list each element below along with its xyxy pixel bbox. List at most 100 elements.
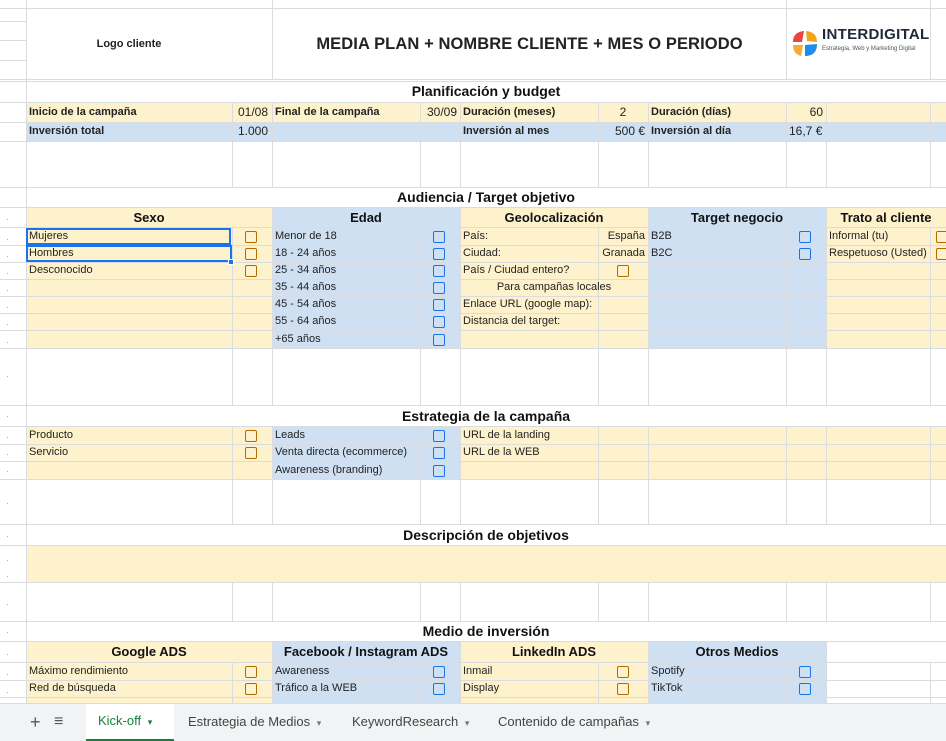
gridline	[232, 582, 233, 621]
monthly-value[interactable]: 500 €	[598, 123, 648, 140]
web-url-label: URL de la WEB	[463, 446, 540, 458]
blank-column-fill	[826, 642, 946, 703]
tab-estrategia-de-medios[interactable]: Estrategia de Medios ▾	[176, 704, 333, 741]
geo-country-value[interactable]: España	[598, 228, 648, 245]
gridline	[648, 582, 649, 621]
geo-city-value[interactable]: Granada	[598, 245, 648, 262]
trato-item[interactable]: Respetuoso (Usted)	[826, 245, 934, 262]
edad-item[interactable]: 55 - 64 años	[272, 313, 420, 330]
google-ads-item[interactable]: Máximo rendimiento	[26, 663, 231, 680]
start-value[interactable]: 01/08	[232, 104, 271, 121]
linkedin-ads-item[interactable]: Display	[460, 680, 598, 697]
google-ads-item[interactable]: Red de búsqueda	[26, 680, 231, 697]
strategy-goal-checkbox[interactable]	[433, 447, 445, 459]
edad-checkbox[interactable]	[433, 334, 445, 346]
edad-checkbox[interactable]	[433, 316, 445, 328]
edad-checkbox[interactable]	[433, 231, 445, 243]
total-label: Inversión total	[29, 125, 105, 137]
edad-item[interactable]: 25 - 34 años	[272, 262, 420, 279]
target-item[interactable]: B2B	[648, 228, 786, 245]
strategy-goal-checkbox[interactable]	[433, 430, 445, 442]
edad-checkbox[interactable]	[433, 248, 445, 260]
months-value[interactable]: 2	[598, 104, 648, 121]
total-value[interactable]: 1.000	[232, 123, 271, 140]
linkedin-ads-item[interactable]: Inmail	[460, 663, 598, 680]
otros-medios-checkbox[interactable]	[799, 666, 811, 678]
tab-kick-off[interactable]: Kick-off ▾	[86, 704, 174, 741]
gridline	[232, 426, 233, 524]
all-sheets-menu-icon[interactable]: ≡	[54, 704, 63, 741]
otros-medios-item[interactable]: Spotify	[648, 663, 786, 680]
strategy-type-item[interactable]: Producto	[26, 427, 231, 444]
row-marker: ·	[6, 650, 9, 659]
gridline	[0, 348, 946, 349]
chevron-down-icon[interactable]: ▾	[465, 718, 470, 728]
geo-whole-checkbox[interactable]	[617, 265, 629, 277]
row-marker: ·	[6, 372, 9, 381]
edad-item[interactable]: 18 - 24 años	[272, 245, 420, 262]
row-marker: ·	[6, 303, 9, 312]
trato-checkbox[interactable]	[936, 231, 946, 243]
sexo-checkbox[interactable]	[245, 265, 257, 277]
strategy-type-checkbox[interactable]	[245, 447, 257, 459]
add-sheet-button[interactable]: +	[30, 704, 41, 741]
strategy-goal-item[interactable]: Leads	[272, 427, 420, 444]
edad-checkbox[interactable]	[433, 299, 445, 311]
sexo-item[interactable]: Mujeres	[26, 228, 231, 245]
facebook-ads-item[interactable]: Awareness	[272, 663, 420, 680]
target-checkbox[interactable]	[799, 231, 811, 243]
linkedin-ads-checkbox[interactable]	[617, 683, 629, 695]
gridline	[0, 141, 946, 142]
gridline	[598, 426, 599, 461]
chevron-down-icon[interactable]: ▾	[646, 718, 651, 728]
facebook-ads-item[interactable]: Tráfico a la WEB	[272, 680, 420, 697]
gridline	[0, 40, 26, 41]
target-item[interactable]: B2C	[648, 245, 786, 262]
trato-checkbox[interactable]	[936, 248, 946, 260]
edad-item[interactable]: +65 años	[272, 331, 420, 348]
days-value[interactable]: 60	[786, 104, 826, 121]
monthly-label: Inversión al mes	[463, 125, 550, 137]
edad-checkbox[interactable]	[433, 282, 445, 294]
chevron-down-icon[interactable]: ▾	[317, 718, 322, 728]
row-marker: ·	[6, 556, 9, 565]
gridline	[0, 21, 26, 22]
target-checkbox[interactable]	[799, 248, 811, 260]
sexo-checkbox[interactable]	[245, 248, 257, 260]
tab-keyword-research[interactable]: KeywordResearch ▾	[340, 704, 481, 741]
gridline	[420, 582, 421, 621]
edad-item[interactable]: 45 - 54 años	[272, 296, 420, 313]
edad-item[interactable]: 35 - 44 años	[272, 279, 420, 296]
linkedin-ads-checkbox[interactable]	[617, 666, 629, 678]
strategy-type-item[interactable]: Servicio	[26, 444, 231, 461]
sexo-checkbox[interactable]	[245, 231, 257, 243]
daily-value[interactable]: 16,7 €	[786, 123, 826, 140]
strategy-type-checkbox[interactable]	[245, 430, 257, 442]
sexo-item[interactable]: Hombres	[26, 245, 232, 262]
gridline	[232, 227, 233, 405]
trato-item[interactable]: Informal (tu)	[826, 228, 934, 245]
edad-item[interactable]: Menor de 18	[272, 228, 420, 245]
strategy-goal-checkbox[interactable]	[433, 465, 445, 477]
sexo-item[interactable]: Desconocido	[26, 262, 231, 279]
strategy-goal-item[interactable]: Venta directa (ecommerce)	[272, 444, 420, 461]
section-investment-title: Medio de inversión	[422, 623, 550, 639]
row-marker: ·	[6, 628, 9, 637]
facebook-ads-checkbox[interactable]	[433, 683, 445, 695]
google-ads-checkbox[interactable]	[245, 666, 257, 678]
google-ads-checkbox[interactable]	[245, 683, 257, 695]
gridline	[460, 582, 461, 621]
brand-name: INTERDIGITAL	[822, 26, 930, 43]
otros-medios-checkbox[interactable]	[799, 683, 811, 695]
tab-label: KeywordResearch	[352, 714, 459, 729]
facebook-ads-checkbox[interactable]	[433, 666, 445, 678]
row-marker: ·	[6, 269, 9, 278]
spreadsheet-grid[interactable]: · · · · · · · · · · · · · · · · · · · · · · Logo cliente MEDI…	[0, 0, 946, 703]
end-value[interactable]: 30/09	[420, 104, 460, 121]
edad-checkbox[interactable]	[433, 265, 445, 277]
tab-contenido-de-campanas[interactable]: Contenido de campañas ▾	[486, 704, 662, 741]
otros-medios-item[interactable]: TikTok	[648, 680, 786, 697]
strategy-goal-item[interactable]: Awareness (branding)	[272, 462, 420, 479]
row-marker: ·	[6, 532, 9, 541]
chevron-down-icon[interactable]: ▾	[148, 717, 153, 727]
